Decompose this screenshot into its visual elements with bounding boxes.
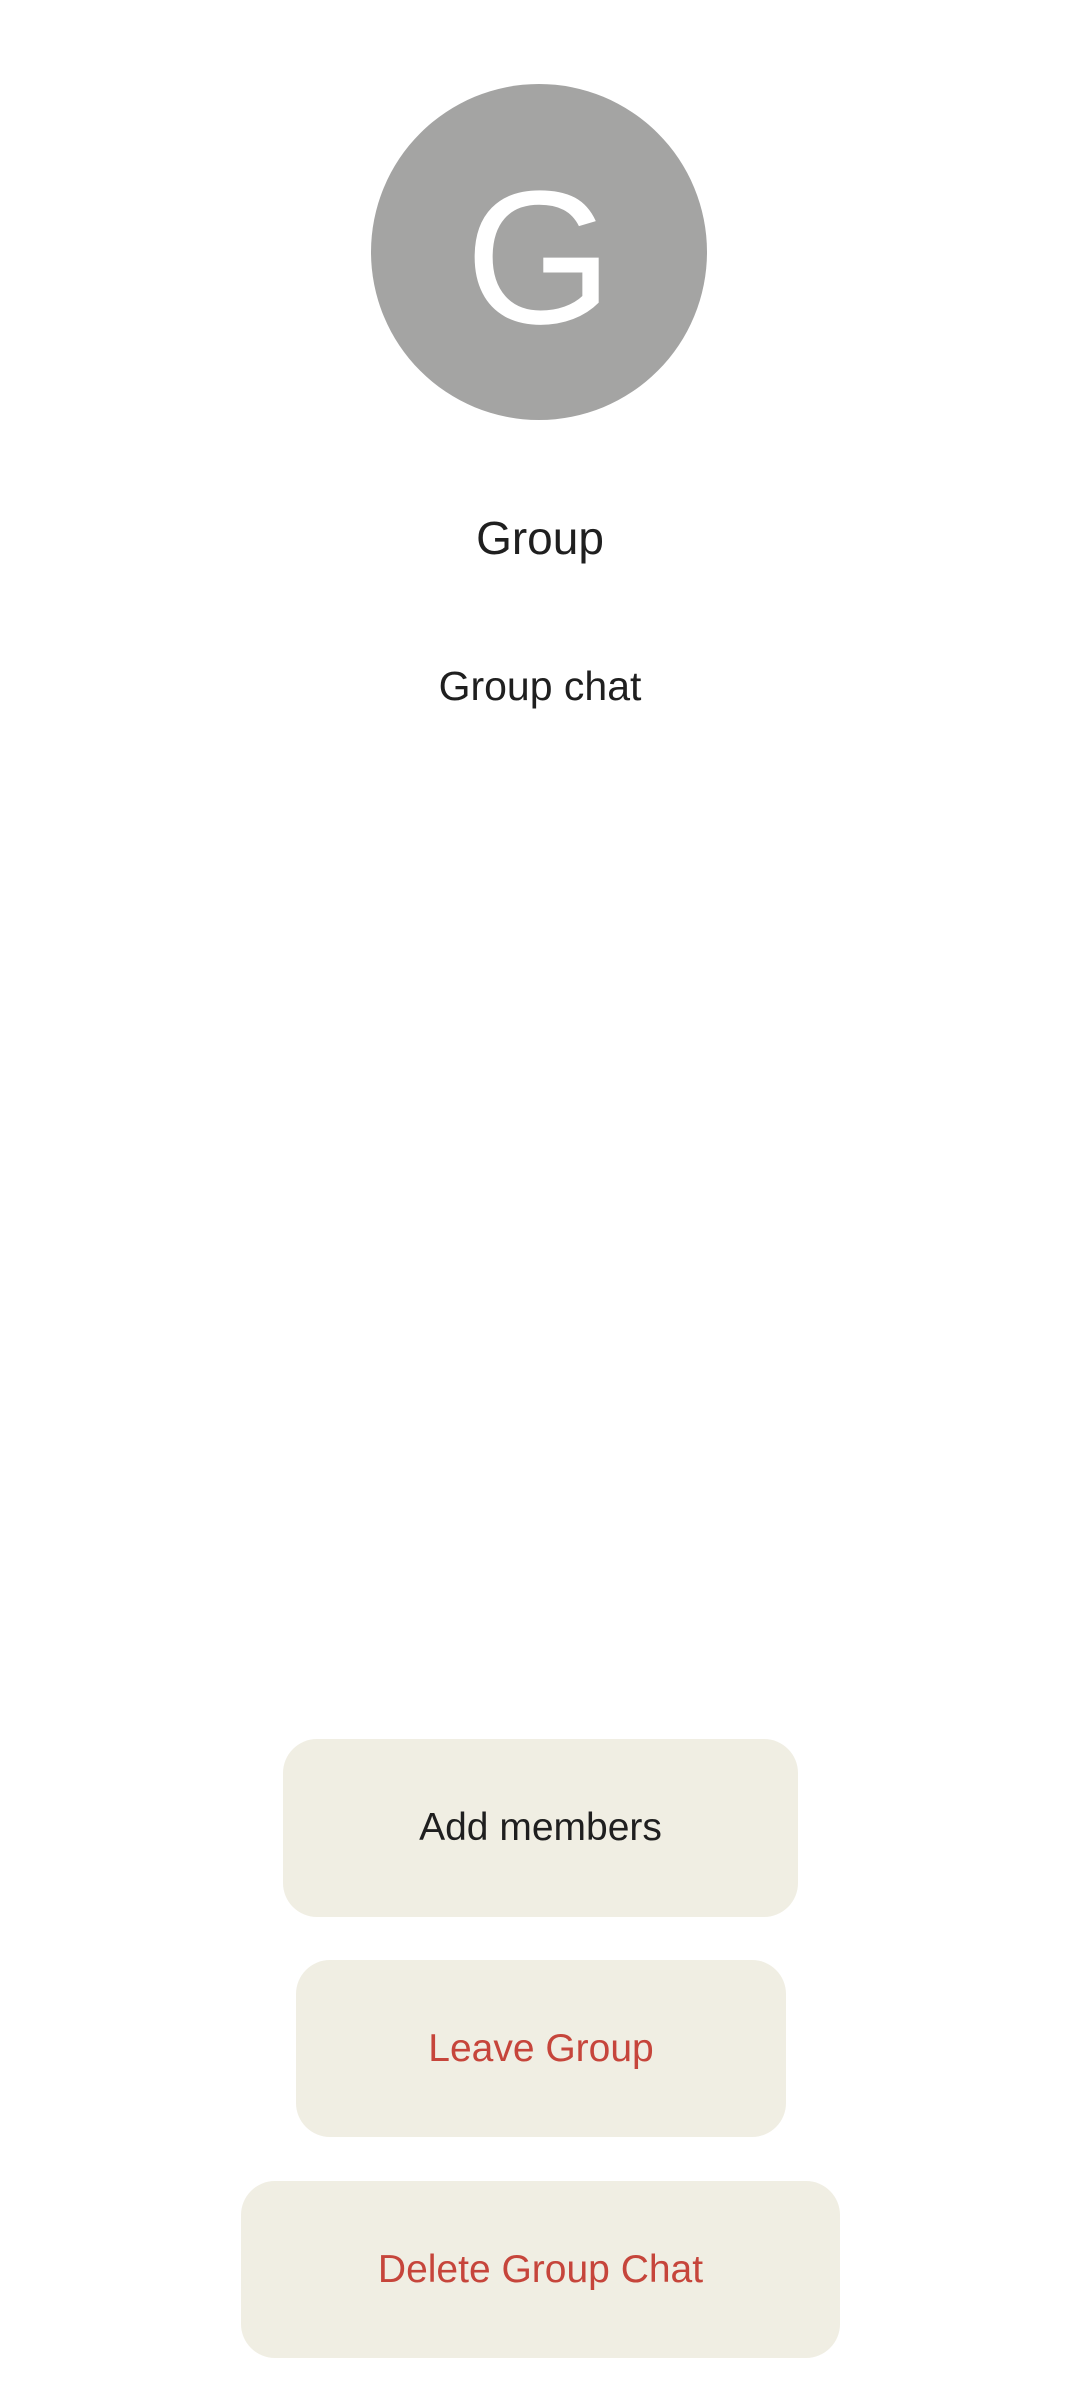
leave-group-button[interactable]: Leave Group xyxy=(296,1960,786,2137)
delete-group-chat-label: Delete Group Chat xyxy=(377,2247,704,2291)
delete-group-chat-button[interactable]: Delete Group Chat xyxy=(241,2181,840,2358)
add-members-button[interactable]: Add members xyxy=(283,1739,798,1917)
add-members-label: Add members xyxy=(419,1806,662,1849)
group-name: Group xyxy=(476,512,604,564)
leave-group-label: Leave Group xyxy=(428,2026,654,2070)
group-info-screen: G Group Group chat Add members Leave Gro… xyxy=(0,0,1080,2400)
avatar-initial: G xyxy=(465,152,613,364)
group-description: Group chat xyxy=(438,663,642,709)
group-avatar: G xyxy=(371,84,707,420)
